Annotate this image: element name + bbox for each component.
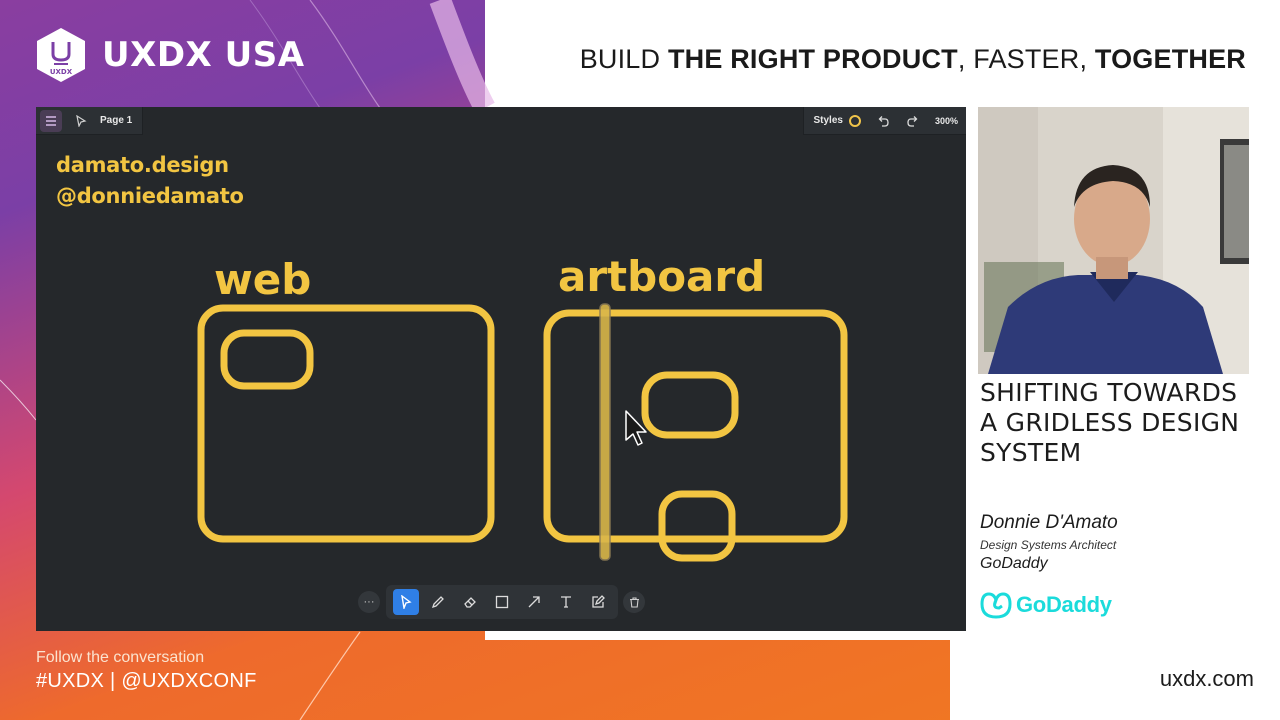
uxdx-logo: UXDX UXDX USA <box>34 26 305 84</box>
brand-name: UXDX USA <box>102 35 305 75</box>
speaker-role: Design Systems Architect <box>980 538 1117 552</box>
speaker-name: Donnie D'Amato <box>980 512 1118 533</box>
more-options-button[interactable]: ··· <box>358 591 380 613</box>
speaker-video <box>978 107 1249 374</box>
uxdx-hexagon-icon: UXDX <box>37 28 85 82</box>
select-icon[interactable] <box>393 589 419 615</box>
rectangle-icon[interactable] <box>489 589 515 615</box>
whiteboard-app[interactable]: Page 1 Styles 300% damato.design @donnie… <box>36 107 966 631</box>
eraser-icon[interactable] <box>457 589 483 615</box>
trash-icon[interactable] <box>623 591 645 613</box>
pencil-icon[interactable] <box>425 589 451 615</box>
godaddy-mark-icon <box>980 592 1012 619</box>
logo-mark-text: UXDX <box>50 68 73 76</box>
web-inner-box <box>220 329 314 390</box>
text-icon[interactable] <box>553 589 579 615</box>
talk-title: SHIFTING TOWARDS A GRIDLESS DESIGN SYSTE… <box>980 378 1240 467</box>
canvas-drawing[interactable] <box>36 107 966 631</box>
web-frame-rect <box>197 304 495 543</box>
website-url: uxdx.com <box>1159 666 1254 691</box>
artboard-frame-rect <box>543 309 848 543</box>
bottom-tool-palette <box>386 585 618 619</box>
arrow-icon[interactable] <box>521 589 547 615</box>
godaddy-logo-text: GoDaddy <box>1016 592 1112 617</box>
sticky-note-icon[interactable] <box>585 589 611 615</box>
artboard-inner-box-top <box>641 371 739 439</box>
conference-tagline: BUILD THE RIGHT PRODUCT, FASTER, TOGETHE… <box>579 44 1246 74</box>
godaddy-logo: GoDaddy <box>980 590 1112 620</box>
follow-text: Follow the conversation <box>36 649 205 666</box>
hashtags: #UXDX | @UXDXCONF <box>36 670 257 692</box>
artboard-inner-box-bottom <box>658 490 736 562</box>
speaker-company: GoDaddy <box>980 555 1048 572</box>
vertical-guide-line <box>599 303 611 561</box>
